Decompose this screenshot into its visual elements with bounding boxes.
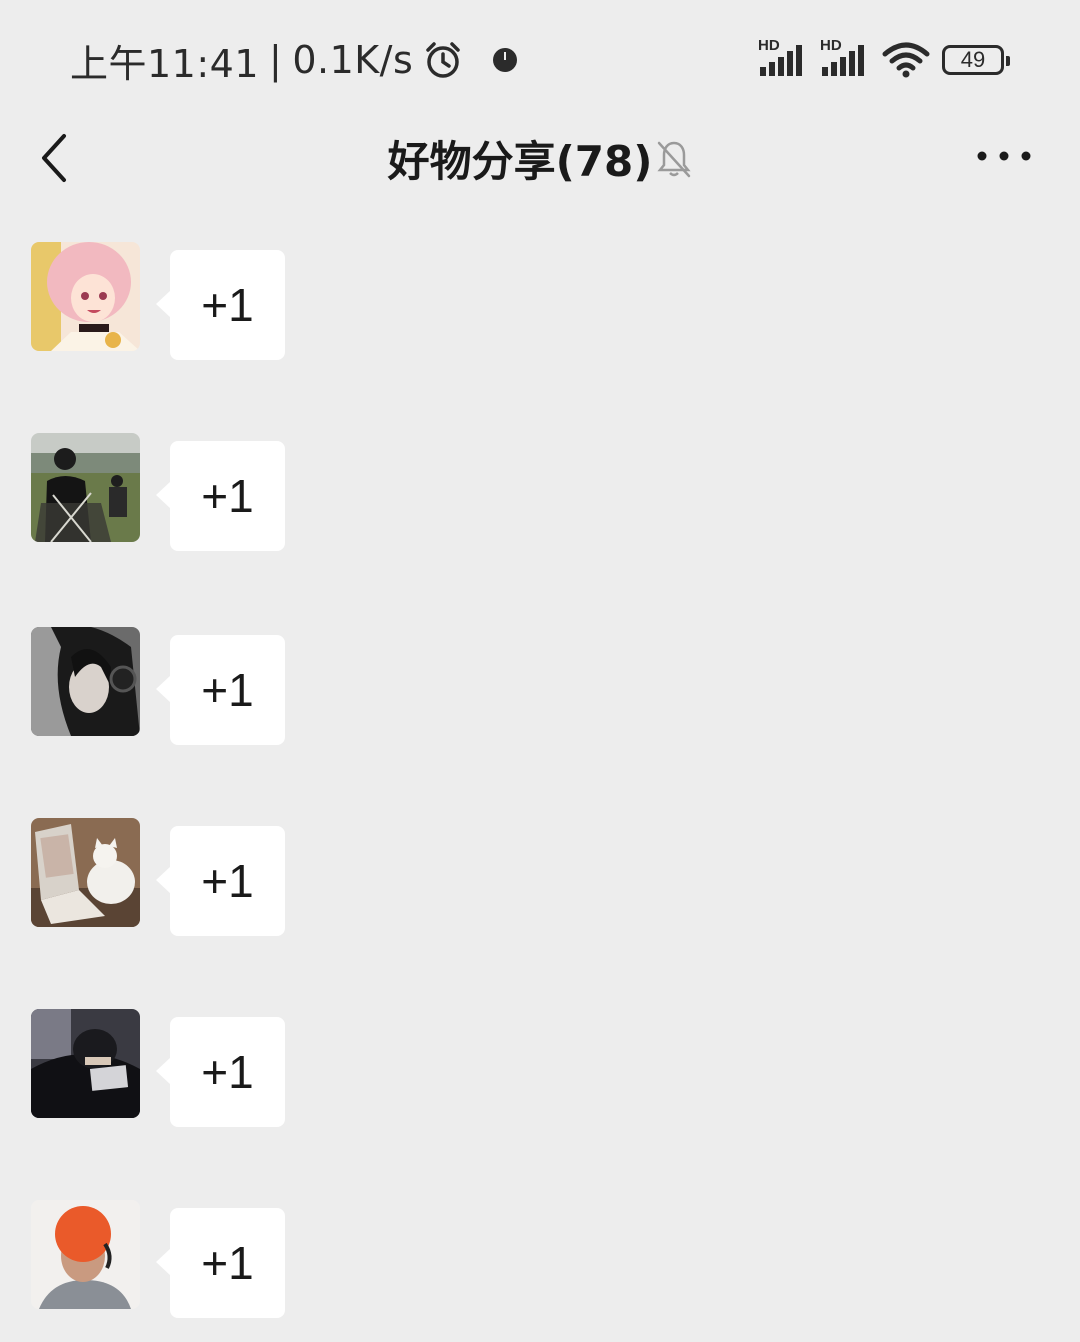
avatar[interactable] (31, 1200, 140, 1309)
message-row: +1 (31, 1009, 291, 1127)
message-bubble[interactable]: +1 (156, 441, 285, 551)
cat-laptop-avatar-icon (31, 818, 140, 927)
message-bubble[interactable]: +1 (156, 250, 285, 360)
status-time: 上午11:41 (70, 41, 260, 86)
status-separator: | (269, 38, 283, 82)
status-right: HD HD 49 (758, 37, 1010, 80)
status-bar: 上午11:41 | 0.1K/s HD HD 49 (0, 0, 1080, 118)
dark-person-avatar-icon (31, 1009, 140, 1118)
orange-hair-avatar-icon (31, 1200, 140, 1309)
message-bubble[interactable]: +1 (156, 1017, 285, 1127)
chat-header: 好物分享(78) (0, 118, 1080, 222)
avatar[interactable] (31, 1009, 140, 1118)
status-left: 上午11:41 | 0.1K/s (70, 36, 519, 86)
message-row: +1 (31, 818, 291, 936)
muted-bell-icon (657, 141, 692, 177)
signal-sim2: HD (820, 37, 870, 77)
message-row: +1 (31, 1200, 291, 1318)
message-row: +1 (31, 433, 291, 551)
signal-bars-icon (760, 45, 802, 76)
outdoor-person-avatar-icon (31, 433, 140, 542)
avatar[interactable] (31, 627, 140, 736)
anime-girl-avatar-icon (31, 242, 140, 351)
headphone-person-avatar-icon (31, 627, 140, 736)
avatar[interactable] (31, 433, 140, 542)
avatar[interactable] (31, 818, 140, 927)
more-options-icon[interactable] (974, 144, 1034, 168)
alarm-clock-icon (426, 42, 461, 78)
battery-indicator: 49 (942, 45, 1010, 75)
message-row: +1 (31, 242, 291, 360)
message-bubble[interactable]: +1 (156, 1208, 285, 1318)
signal-bars-icon (822, 45, 864, 76)
signal-sim1: HD (758, 37, 808, 77)
title-container: 好物分享(78) (0, 128, 1080, 189)
avatar[interactable] (31, 242, 140, 351)
notification-dot-icon (493, 48, 518, 72)
page-title: 好物分享(78) (387, 137, 653, 186)
message-bubble[interactable]: +1 (156, 826, 285, 936)
message-bubble[interactable]: +1 (156, 635, 285, 745)
message-row: +1 (31, 627, 291, 745)
wifi-icon (882, 42, 930, 78)
network-speed: 0.1K/s (292, 38, 414, 82)
battery-level: 49 (960, 47, 986, 72)
